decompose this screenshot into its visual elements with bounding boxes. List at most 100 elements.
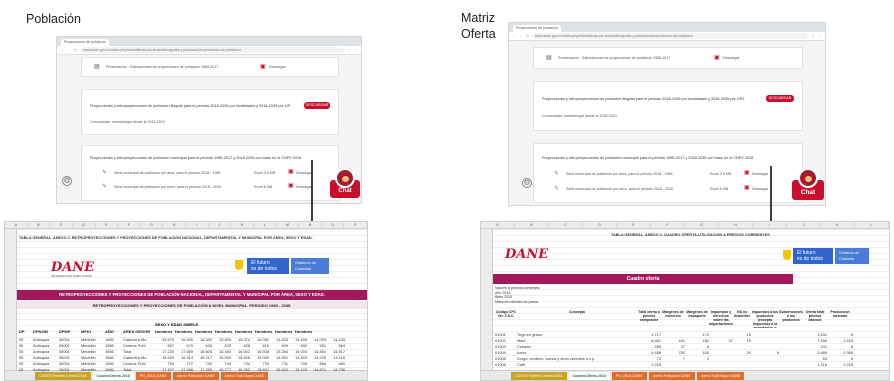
table-cell[interactable]: 6 (751, 350, 779, 355)
table-cell[interactable]: 8.461 (637, 338, 661, 343)
column-header[interactable]: DP (19, 329, 33, 334)
table-cell[interactable]: 6 (827, 356, 853, 361)
table-cell[interactable]: 241 (803, 344, 828, 349)
table-cell[interactable]: 05 (19, 343, 33, 348)
table-cell[interactable] (709, 362, 733, 367)
column-letter[interactable]: J (787, 222, 821, 228)
table-cell[interactable]: 711 (269, 361, 288, 366)
table-cell[interactable]: 628 (231, 343, 251, 348)
column-header[interactable]: Código CPC Ver. 2 A.C. (495, 310, 517, 328)
browser-tab[interactable]: Proyecciones de población (513, 25, 561, 32)
table-cell[interactable]: 1986 (105, 367, 123, 372)
table-cell[interactable]: 14.116 (326, 355, 345, 360)
table-cell[interactable] (661, 362, 685, 367)
column-header[interactable]: MPIO (81, 329, 105, 334)
table-cell[interactable]: 743 (212, 361, 232, 366)
column-letter[interactable]: F (118, 222, 141, 228)
table-cell[interactable] (779, 338, 803, 343)
table-cell[interactable]: 680 (326, 361, 346, 366)
table-cell[interactable]: 05 (19, 367, 33, 372)
table-cell[interactable]: 16.002 (231, 349, 250, 354)
table-cell[interactable]: 734 (231, 361, 251, 366)
column-header[interactable]: Márgenes de transporte (685, 310, 709, 328)
table-cell[interactable]: 7 (661, 356, 685, 361)
table-cell[interactable]: 01004 (495, 350, 517, 355)
table-cell[interactable]: 633 (212, 343, 232, 348)
table-cell[interactable]: 3.385 (827, 350, 853, 355)
table-cell[interactable] (751, 356, 779, 361)
table-cell[interactable]: 16.314 (174, 355, 193, 360)
table-cell[interactable] (751, 332, 779, 337)
table-cell[interactable]: 742 (193, 361, 213, 366)
table-cell[interactable]: 16.605 (193, 349, 212, 354)
table-cell[interactable] (751, 344, 779, 349)
table-cell[interactable]: 37 (709, 338, 733, 343)
table-cell[interactable]: 15.829 (212, 337, 231, 342)
column-letter[interactable]: A (481, 222, 515, 228)
table-cell[interactable]: 3.480 (803, 350, 827, 355)
table-cell[interactable] (709, 344, 733, 349)
table-cell[interactable]: Centros Pobl (123, 343, 155, 348)
table-cell[interactable]: 688 (307, 361, 327, 366)
table-cell[interactable]: 16.334 (193, 337, 212, 342)
column-letter[interactable]: O (322, 222, 345, 228)
column-letter[interactable]: J (209, 222, 232, 228)
table-cell[interactable] (661, 332, 685, 337)
column-letter[interactable]: H (719, 222, 753, 228)
table-cell[interactable]: 750 (155, 361, 175, 366)
download-button[interactable]: DESCARGAR (766, 95, 794, 102)
table-cell[interactable]: 1985 (105, 349, 123, 354)
column-letter[interactable]: G (685, 222, 719, 228)
bogota-card-sub[interactable]: Comunicado: metodología desde la 2018-20… (90, 120, 240, 124)
column-letter[interactable]: D (583, 222, 617, 228)
table-cell[interactable]: 5 (827, 332, 853, 337)
sheet-tab[interactable]: Anexo Población DANE (172, 371, 219, 380)
table-cell[interactable]: 14.854 (307, 349, 326, 354)
column-header[interactable]: Subvenciones a los productos (779, 310, 803, 328)
column-letter[interactable]: B (515, 222, 549, 228)
table-cell[interactable]: 15.575 (155, 337, 174, 342)
settings-gear-icon[interactable]: ⚙ (62, 176, 72, 186)
reload-icon[interactable]: ↻ (74, 48, 77, 52)
table-cell[interactable]: 679 (174, 343, 194, 348)
table-cell[interactable]: 05001 (59, 343, 81, 348)
chat-widget[interactable]: Chat (330, 168, 360, 198)
table-cell[interactable] (751, 362, 779, 367)
table-cell[interactable] (685, 362, 709, 367)
table-cell[interactable]: 17.230 (155, 349, 174, 354)
column-header[interactable]: Total oferta a precios comprador (637, 310, 661, 328)
table-cell[interactable]: Cabecera Mu (123, 355, 155, 360)
table-cell[interactable]: 15.402 (269, 367, 288, 372)
star-icon[interactable]: ☆ (811, 34, 814, 38)
chat-widget[interactable]: Chat (792, 168, 824, 200)
column-header[interactable]: DPMP (59, 329, 81, 334)
table-cell[interactable]: Antioquia (33, 337, 59, 342)
column-letter[interactable]: K (821, 222, 855, 228)
menu-icon[interactable]: ⋮ (818, 34, 822, 38)
table-cell[interactable]: 1985 (105, 337, 123, 342)
column-letter[interactable]: E (617, 222, 651, 228)
column-header[interactable]: Hombres (235, 329, 255, 334)
table-cell[interactable]: 1.531 (803, 332, 827, 337)
column-letter[interactable]: H (163, 222, 186, 228)
table-cell[interactable]: 14.817 (326, 349, 345, 354)
table-cell[interactable]: 1.717 (637, 332, 661, 337)
table-cell[interactable]: 05 (19, 349, 33, 354)
table-cell[interactable] (779, 362, 803, 367)
table-cell[interactable]: Medellín (81, 337, 105, 342)
table-cell[interactable]: Medellín (81, 349, 105, 354)
table-cell[interactable]: Antioquia (33, 367, 59, 372)
table-cell[interactable]: Medellín (81, 355, 105, 360)
table-cell[interactable]: 1.216 (637, 362, 661, 367)
table-cell[interactable]: 14.796 (326, 367, 345, 372)
table-cell[interactable] (733, 362, 751, 367)
table-cell[interactable]: 591 (307, 343, 327, 348)
table-cell[interactable]: 05 (19, 355, 33, 360)
table-cell[interactable] (751, 338, 779, 343)
column-header[interactable]: Hombres (195, 329, 215, 334)
column-letter[interactable]: D (73, 222, 96, 228)
table-cell[interactable] (709, 350, 733, 355)
column-header[interactable]: Producción mercado (827, 310, 853, 328)
table-cell[interactable]: 01001 (495, 332, 517, 337)
sheet-tab[interactable]: PN_2018_DANE (135, 371, 171, 380)
